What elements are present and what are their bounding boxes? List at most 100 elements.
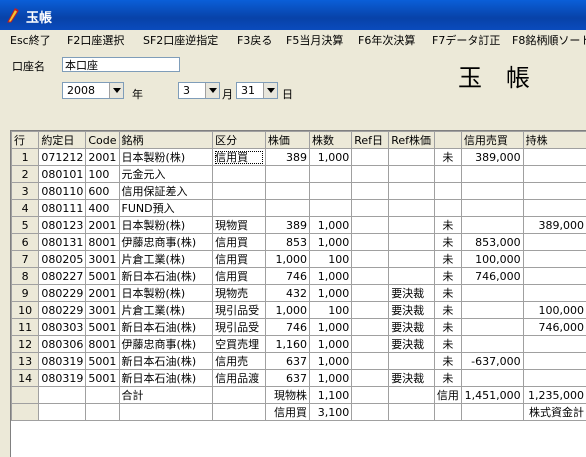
col-header-category[interactable]: 区分 — [213, 132, 266, 149]
cell-status[interactable]: 未 — [434, 268, 461, 285]
cell-ref-date[interactable] — [352, 183, 389, 200]
cell-shares[interactable] — [310, 183, 352, 200]
cell-margin-trade[interactable] — [461, 166, 523, 183]
cell-holdings[interactable] — [523, 149, 586, 166]
cell-trade-date[interactable]: 080205 — [39, 251, 86, 268]
menu-f2-select-account[interactable]: F2口座選択 — [67, 32, 124, 48]
cell-holdings[interactable]: 1,235,000 — [523, 387, 586, 404]
cell-ref-price[interactable]: 要決裁 — [389, 370, 435, 387]
account-name-input[interactable]: 本口座 — [62, 57, 180, 72]
cell-price[interactable]: 1,000 — [265, 251, 309, 268]
cell-ref-price[interactable] — [389, 183, 435, 200]
cell-margin-trade[interactable]: 100,000 — [461, 251, 523, 268]
cell-ref-date[interactable] — [352, 268, 389, 285]
cell-price[interactable] — [265, 200, 309, 217]
cell-ref-date[interactable] — [352, 370, 389, 387]
table-row[interactable]: 110803035001新日本石油(株)現引品受7461,000要決裁未746,… — [12, 319, 586, 336]
chevron-down-icon[interactable] — [205, 83, 219, 98]
col-header-row-no[interactable]: 行 — [12, 132, 39, 149]
cell-code[interactable]: 3001 — [86, 251, 119, 268]
menu-f7-data-edit[interactable]: F7データ訂正 — [432, 32, 500, 48]
cell-category[interactable] — [213, 183, 266, 200]
cell-status[interactable]: 未 — [434, 285, 461, 302]
col-header-ref-price[interactable]: Ref株価 — [389, 132, 435, 149]
cell-status[interactable] — [434, 404, 461, 421]
cell-code[interactable]: 8001 — [86, 234, 119, 251]
cell-status[interactable]: 未 — [434, 370, 461, 387]
col-header-stock-name[interactable]: 銘柄 — [119, 132, 213, 149]
cell-ref-date[interactable] — [352, 387, 389, 404]
table-row[interactable]: 120803068001伊藤忠商事(株)空買売埋1,1601,000要決裁未 — [12, 336, 586, 353]
cell-shares[interactable]: 1,000 — [310, 370, 352, 387]
cell-code[interactable]: 2001 — [86, 149, 119, 166]
cell-status[interactable] — [434, 166, 461, 183]
cell-ref-price[interactable] — [389, 404, 435, 421]
cell-row-no[interactable]: 9 — [12, 285, 39, 302]
cell-price[interactable]: 432 — [265, 285, 309, 302]
chevron-down-icon[interactable] — [263, 83, 277, 98]
menu-sf2-reverse-account[interactable]: SF2口座逆指定 — [143, 32, 218, 48]
cell-margin-trade[interactable] — [461, 319, 523, 336]
cell-category[interactable]: 信用売 — [213, 353, 266, 370]
cell-code[interactable]: 600 — [86, 183, 119, 200]
cell-category[interactable]: 現引品受 — [213, 319, 266, 336]
cell-ref-price[interactable] — [389, 234, 435, 251]
cell-trade-date[interactable]: 071212 — [39, 149, 86, 166]
table-row[interactable]: 70802053001片倉工業(株)信用買1,000100未100,000 — [12, 251, 586, 268]
cell-code[interactable]: 2001 — [86, 285, 119, 302]
cell-status[interactable]: 未 — [434, 251, 461, 268]
cell-stock-name[interactable]: 伊藤忠商事(株) — [119, 234, 213, 251]
cell-code[interactable]: 2001 — [86, 217, 119, 234]
menu-f3-back[interactable]: F3戻る — [237, 32, 272, 48]
cell-trade-date[interactable]: 080303 — [39, 319, 86, 336]
cell-row-no[interactable]: 11 — [12, 319, 39, 336]
cell-holdings[interactable] — [523, 200, 586, 217]
cell-stock-name[interactable]: 日本製粉(株) — [119, 217, 213, 234]
cell-margin-trade[interactable] — [461, 200, 523, 217]
cell-stock-name[interactable]: FUND預入 — [119, 200, 213, 217]
cell-stock-name[interactable]: 新日本石油(株) — [119, 353, 213, 370]
cell-code[interactable]: 5001 — [86, 268, 119, 285]
table-row[interactable]: 130803195001新日本石油(株)信用売6371,000未-637,000 — [12, 353, 586, 370]
cell-shares[interactable]: 1,000 — [310, 353, 352, 370]
cell-category[interactable]: 空買売埋 — [213, 336, 266, 353]
cell-row-no[interactable]: 5 — [12, 217, 39, 234]
cell-ref-date[interactable] — [352, 251, 389, 268]
table-row[interactable]: 100802293001片倉工業(株)現引品受1,000100要決裁未100,0… — [12, 302, 586, 319]
menu-f5-month-settlement[interactable]: F5当月決算 — [286, 32, 343, 48]
cell-holdings[interactable] — [523, 353, 586, 370]
cell-shares[interactable]: 100 — [310, 302, 352, 319]
cell-category[interactable] — [213, 166, 266, 183]
cell-margin-trade[interactable] — [461, 336, 523, 353]
cell-margin-trade[interactable] — [461, 217, 523, 234]
cell-category[interactable]: 信用買 — [213, 149, 266, 166]
cell-shares[interactable]: 1,000 — [310, 217, 352, 234]
cell-holdings[interactable] — [523, 183, 586, 200]
table-row[interactable]: 2080101100元金元入 — [12, 166, 586, 183]
cell-price[interactable]: 389 — [265, 217, 309, 234]
cell-code[interactable] — [86, 404, 119, 421]
cell-code[interactable]: 100 — [86, 166, 119, 183]
cell-shares[interactable]: 1,000 — [310, 234, 352, 251]
cell-ref-date[interactable] — [352, 200, 389, 217]
cell-status[interactable]: 未 — [434, 353, 461, 370]
cell-status[interactable]: 未 — [434, 149, 461, 166]
cell-price[interactable]: 853 — [265, 234, 309, 251]
cell-holdings[interactable] — [523, 285, 586, 302]
cell-row-no[interactable]: 3 — [12, 183, 39, 200]
cell-holdings[interactable]: 746,000 — [523, 319, 586, 336]
cell-row-no[interactable]: 1 — [12, 149, 39, 166]
cell-code[interactable] — [86, 387, 119, 404]
table-row[interactable]: 4080111400FUND預入 — [12, 200, 586, 217]
cell-trade-date[interactable]: 080306 — [39, 336, 86, 353]
cell-trade-date[interactable]: 080111 — [39, 200, 86, 217]
cell-price[interactable]: 746 — [265, 319, 309, 336]
cell-stock-name[interactable]: 日本製粉(株) — [119, 149, 213, 166]
table-row[interactable]: 50801232001日本製粉(株)現物買3891,000未389,000 — [12, 217, 586, 234]
cell-row-no[interactable]: 12 — [12, 336, 39, 353]
cell-ref-date[interactable] — [352, 149, 389, 166]
cell-margin-trade[interactable]: -637,000 — [461, 353, 523, 370]
cell-ref-date[interactable] — [352, 234, 389, 251]
cell-row-no[interactable] — [12, 404, 39, 421]
menu-f8-sort-by-stock[interactable]: F8銘柄順ソート — [512, 32, 586, 48]
